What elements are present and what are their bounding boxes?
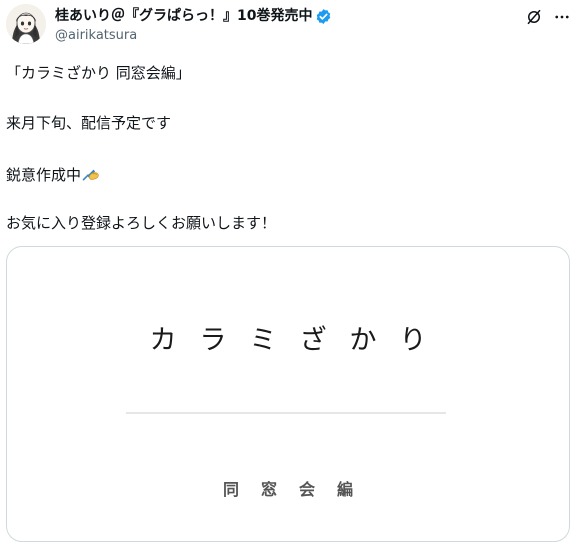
more-button[interactable] [551,6,573,28]
tweet-line-3-text: 鋭意作成中 [6,166,82,184]
writing-hand-emoji-icon [81,163,101,183]
tweet-header: 桂あいり＠『グラぱらっ！』10巻発売中 @airikatsura [0,0,576,50]
grok-button[interactable] [523,6,545,28]
grok-icon [527,9,541,25]
media-card[interactable]: カラミざかり 同窓会編 [6,246,570,542]
tweet-line-2: 来月下旬、配信予定です [6,114,172,132]
author-handle[interactable]: @airikatsura [55,27,137,45]
tweet-line-1: 「カラミざかり 同窓会編」 [6,64,191,82]
tweet-line-4: お気に入り登録よろしくお願いします！ [6,214,277,232]
media-title: カラミざかり [149,325,450,356]
verified-badge-icon [315,8,332,25]
author-display-name[interactable]: 桂あいり＠『グラぱらっ！』10巻発売中 [55,6,312,26]
tweet-line-3: 鋭意作成中 [6,163,101,185]
media-subtitle: 同窓会編 [222,480,375,499]
more-icon [555,15,569,19]
author-avatar[interactable] [6,4,46,44]
avatar-illustration-icon [6,4,46,44]
author-name-row[interactable]: 桂あいり＠『グラぱらっ！』10巻発売中 [55,6,332,26]
media-divider [126,412,446,414]
